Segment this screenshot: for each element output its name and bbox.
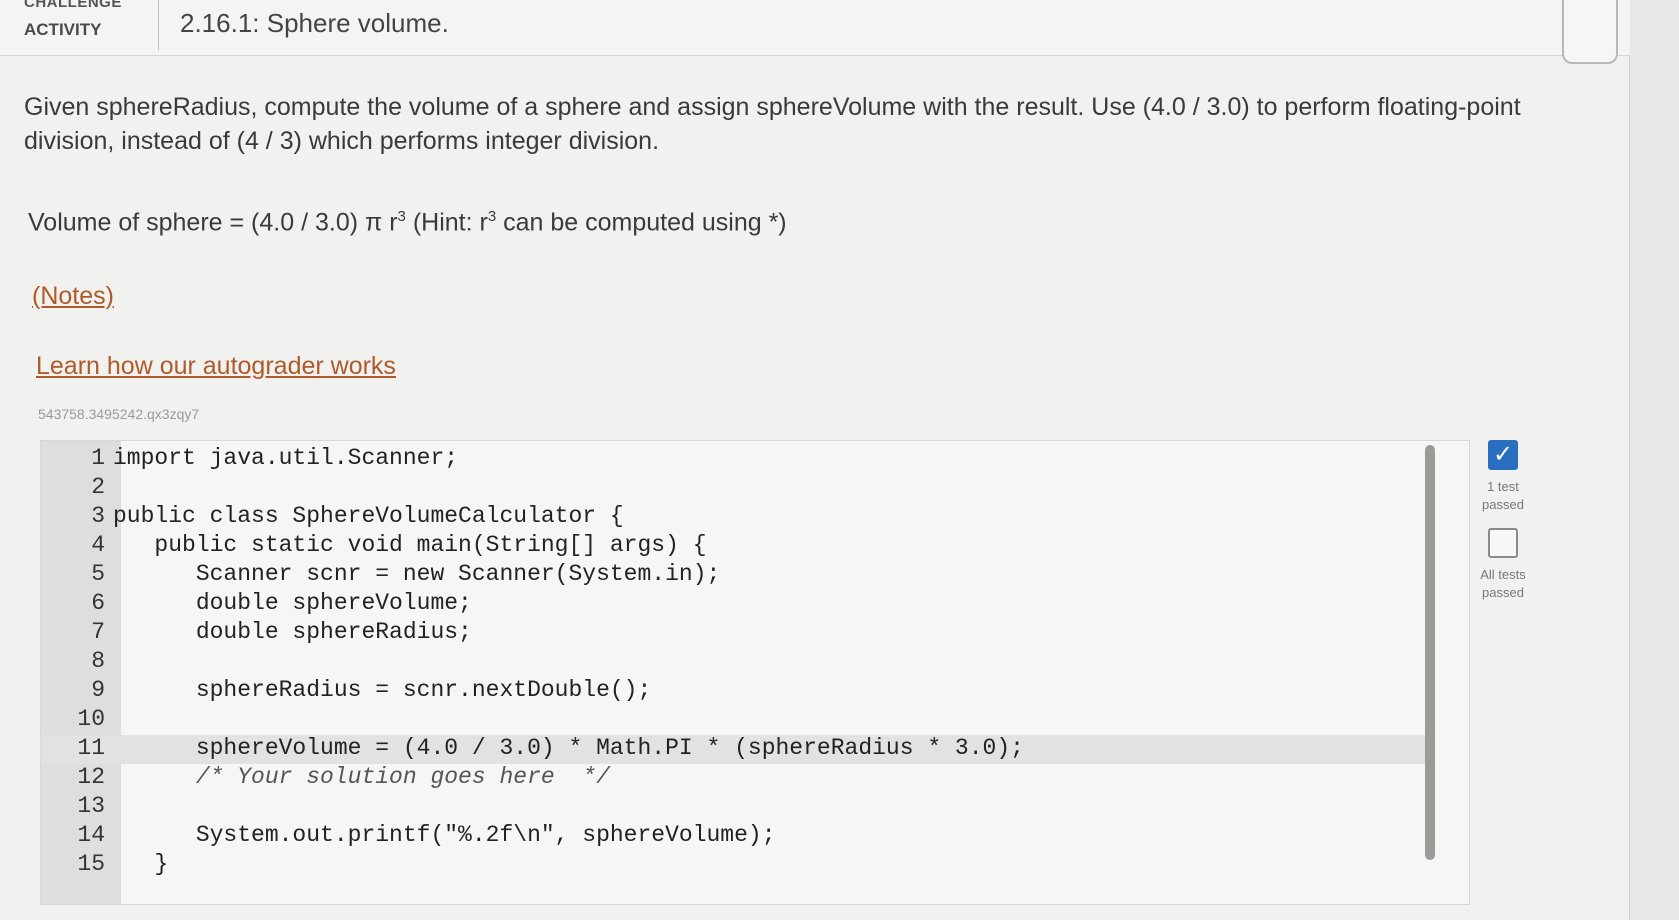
activity-header: CHALLENGE ACTIVITY 2.16.1: Sphere volume… xyxy=(0,0,1630,64)
line-code[interactable]: double sphereRadius; xyxy=(113,619,472,645)
code-line[interactable]: 2 xyxy=(41,474,1431,503)
test-passed-line1: 1 test xyxy=(1487,479,1519,494)
activity-title: 2.16.1: Sphere volume. xyxy=(180,8,449,38)
line-number: 3 xyxy=(91,503,105,529)
code-line[interactable]: 10 xyxy=(41,706,1431,735)
code-id: 543758.3495242.qx3zqy7 xyxy=(38,406,200,422)
instructions: Given sphereRadius, compute the volume o… xyxy=(24,90,1554,422)
code-line[interactable]: 14 System.out.printf("%.2f\n", sphereVol… xyxy=(41,822,1431,851)
instructions-paragraph: Given sphereRadius, compute the volume o… xyxy=(24,93,1521,155)
line-code[interactable]: public static void main(String[] args) { xyxy=(113,532,706,558)
formula-hint-suffix: can be computed using *) xyxy=(496,208,787,237)
line-number: 9 xyxy=(91,677,105,703)
autograder-link[interactable]: Learn how our autograder works xyxy=(36,352,396,381)
code-line[interactable]: 11 sphereVolume = (4.0 / 3.0) * Math.PI … xyxy=(41,735,1431,764)
activity-type: CHALLENGE ACTIVITY xyxy=(24,0,159,50)
line-number: 11 xyxy=(77,735,105,761)
notes-link[interactable]: (Notes) xyxy=(32,282,114,311)
code-line[interactable]: 5 Scanner scnr = new Scanner(System.in); xyxy=(41,561,1431,590)
line-code[interactable]: double sphereVolume; xyxy=(113,590,472,616)
check-icon: ✓ xyxy=(1488,440,1518,470)
line-number: 2 xyxy=(91,474,105,500)
line-code[interactable]: public class SphereVolumeCalculator { xyxy=(113,503,624,529)
code-line[interactable]: 8 xyxy=(41,648,1431,677)
line-number: 7 xyxy=(91,619,105,645)
completion-badge-icon xyxy=(1562,0,1618,64)
line-number: 5 xyxy=(91,561,105,587)
challenge-label: CHALLENGE xyxy=(24,0,122,11)
line-code[interactable]: Scanner scnr = new Scanner(System.in); xyxy=(113,561,721,587)
activity-label: ACTIVITY xyxy=(24,20,102,39)
formula-hint-prefix: (Hint: r xyxy=(405,208,488,237)
line-number: 4 xyxy=(91,532,105,558)
formula-prefix: Volume of sphere = (4.0 / 3.0) π r xyxy=(28,208,398,237)
line-number: 15 xyxy=(77,851,105,877)
code-line[interactable]: 4 public static void main(String[] args)… xyxy=(41,532,1431,561)
code-line[interactable]: 12 /* Your solution goes here */ xyxy=(41,764,1431,793)
challenge-card: CHALLENGE ACTIVITY 2.16.1: Sphere volume… xyxy=(0,0,1630,920)
all-tests-line1: All tests xyxy=(1480,567,1526,582)
line-code[interactable]: sphereRadius = scnr.nextDouble(); xyxy=(113,677,651,703)
volume-formula: Volume of sphere = (4.0 / 3.0) π r3 (Hin… xyxy=(28,208,787,237)
test-passed-line2: passed xyxy=(1482,497,1524,512)
line-code[interactable]: sphereVolume = (4.0 / 3.0) * Math.PI * (… xyxy=(113,735,1024,761)
code-line[interactable]: 3 public class SphereVolumeCalculator { xyxy=(41,503,1431,532)
line-number: 13 xyxy=(77,793,105,819)
code-line[interactable]: 13 xyxy=(41,793,1431,822)
code-line[interactable]: 7 double sphereRadius; xyxy=(41,619,1431,648)
all-tests-label: All tests passed xyxy=(1463,566,1543,602)
empty-checkbox-icon xyxy=(1488,528,1518,558)
code-line[interactable]: 9 sphereRadius = scnr.nextDouble(); xyxy=(41,677,1431,706)
test-passed-label: 1 test passed xyxy=(1463,478,1543,514)
line-number: 14 xyxy=(77,822,105,848)
formula-hint-exponent: 3 xyxy=(487,208,497,225)
line-number: 1 xyxy=(91,445,105,471)
line-number: 12 xyxy=(77,764,105,790)
code-line[interactable]: 6 double sphereVolume; xyxy=(41,590,1431,619)
code-editor[interactable]: 1 import java.util.Scanner; 2 3 public class… xyxy=(40,440,1470,905)
all-tests-line2: passed xyxy=(1482,585,1524,600)
code-line[interactable]: 1 import java.util.Scanner; xyxy=(41,445,1431,474)
line-code[interactable]: import java.util.Scanner; xyxy=(113,445,458,471)
editor-scrollbar[interactable] xyxy=(1425,445,1435,860)
formula-exponent: 3 xyxy=(397,208,406,225)
line-code[interactable]: } xyxy=(113,851,168,877)
code-line[interactable]: 15 } xyxy=(41,851,1431,880)
line-number: 6 xyxy=(91,590,105,616)
line-code[interactable]: /* Your solution goes here */ xyxy=(113,764,610,790)
line-number: 8 xyxy=(91,648,105,674)
line-code[interactable]: System.out.printf("%.2f\n", sphereVolume… xyxy=(113,822,776,848)
line-number: 10 xyxy=(77,706,105,732)
